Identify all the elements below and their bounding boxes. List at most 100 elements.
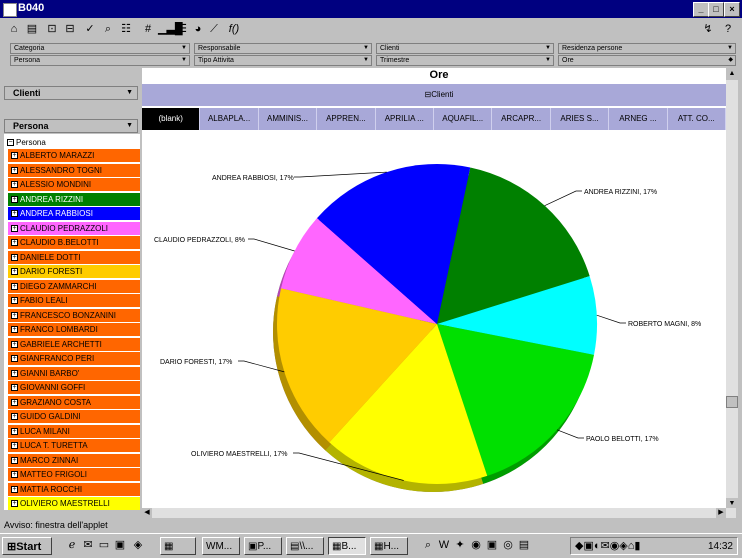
taskbar-task-network[interactable]: ▤\\... bbox=[286, 537, 324, 555]
persona-item[interactable]: + ALESSANDRO TOGNI bbox=[8, 163, 140, 177]
tab-client[interactable]: APPREN... bbox=[317, 108, 376, 130]
persona-item[interactable]: + DIEGO ZAMMARCHI bbox=[8, 279, 140, 293]
minimize-button[interactable]: _ bbox=[693, 2, 709, 17]
expand-icon[interactable]: + bbox=[11, 398, 18, 406]
expand-icon[interactable]: + bbox=[11, 210, 18, 217]
expand-icon[interactable]: + bbox=[11, 253, 18, 261]
filter-residenza[interactable]: Residenza persone ▼ bbox=[558, 43, 736, 54]
horizontal-scrollbar[interactable]: ◀ ▶ bbox=[142, 508, 736, 518]
persona-item[interactable]: + FRANCO LOMBARDI bbox=[8, 323, 140, 336]
expand-icon[interactable]: + bbox=[11, 181, 18, 188]
expand-icon[interactable]: + bbox=[11, 195, 18, 203]
expand-icon[interactable]: + bbox=[11, 355, 18, 362]
desktop-icon[interactable]: ▭ bbox=[96, 537, 112, 553]
filter-trimestre[interactable]: Trimestre ▼ bbox=[376, 55, 554, 66]
expand-icon[interactable]: + bbox=[11, 471, 18, 478]
persona-item[interactable]: + GIANNI BARBO' bbox=[8, 366, 140, 380]
formula-icon[interactable]: f() bbox=[226, 21, 242, 37]
filter-persona[interactable]: Persona ▼ bbox=[10, 55, 190, 66]
quicklaunch-icon-4[interactable]: ◉ bbox=[468, 537, 484, 553]
tab-client[interactable]: ALBAPLA... bbox=[200, 108, 259, 130]
vertical-scrollbar[interactable]: ▲ ▼ bbox=[726, 68, 738, 510]
tree-root[interactable]: − Persona bbox=[4, 136, 138, 149]
find-icon[interactable]: ⌕ bbox=[100, 21, 116, 37]
persona-item[interactable]: + MARCO ZINNAI bbox=[8, 453, 140, 467]
import-icon[interactable]: ⊟ bbox=[62, 21, 78, 37]
expand-icon[interactable]: + bbox=[11, 282, 18, 290]
filter-responsabile[interactable]: Responsabile ▼ bbox=[194, 43, 372, 54]
filter-tipo-attivita[interactable]: Tipo Attivita ▼ bbox=[194, 55, 372, 66]
persona-item[interactable]: + GABRIELE ARCHETTI bbox=[8, 337, 140, 351]
folder-icon[interactable]: ▣ bbox=[112, 537, 128, 553]
expand-icon[interactable]: + bbox=[11, 427, 18, 435]
expand-icon[interactable]: + bbox=[11, 485, 18, 493]
persona-item[interactable]: + CLAUDIO B.BELOTTI bbox=[8, 236, 140, 249]
persona-item[interactable]: + ANDREA RABBIOSI bbox=[8, 207, 140, 220]
persona-item[interactable]: + GRAZIANO COSTA bbox=[8, 395, 140, 409]
expand-icon[interactable]: + bbox=[11, 166, 18, 174]
dimension-band[interactable]: ⊟Clienti bbox=[142, 84, 736, 106]
scroll-thumb[interactable] bbox=[726, 396, 738, 408]
expand-icon[interactable]: + bbox=[11, 297, 18, 304]
filter-clienti[interactable]: Clienti ▼ bbox=[376, 43, 554, 54]
persona-item[interactable]: + ANDREA RIZZINI bbox=[8, 192, 140, 206]
maximize-button[interactable]: □ bbox=[708, 2, 724, 17]
persona-item[interactable]: + DANIELE DOTTI bbox=[8, 250, 140, 264]
quicklaunch-icon-7[interactable]: ▤ bbox=[516, 537, 532, 553]
quicklaunch-icon-6[interactable]: ◎ bbox=[500, 537, 516, 553]
help-icon[interactable]: ? bbox=[720, 21, 736, 37]
persona-item[interactable]: + DARIO FORESTI bbox=[8, 265, 140, 278]
expand-icon[interactable]: + bbox=[11, 500, 18, 507]
persona-item[interactable]: + LUCA T. TURETTA bbox=[8, 439, 140, 452]
expand-icon[interactable]: + bbox=[11, 413, 18, 420]
quicklaunch-icon-5[interactable]: ▣ bbox=[484, 537, 500, 553]
quicklaunch-icon-1[interactable]: ⌕ bbox=[420, 537, 436, 553]
expand-icon[interactable]: + bbox=[11, 152, 18, 159]
ie-icon[interactable]: ℯ bbox=[64, 537, 80, 553]
persona-item[interactable]: + FRANCESCO BONZANINI bbox=[8, 308, 140, 322]
close-button[interactable]: × bbox=[724, 2, 740, 17]
mail-icon[interactable]: ✉ bbox=[80, 537, 96, 553]
expand-icon[interactable]: + bbox=[11, 369, 18, 377]
exit-icon[interactable]: ↯ bbox=[700, 21, 716, 37]
tab-client[interactable]: (blank) bbox=[142, 108, 201, 130]
scroll-right-icon[interactable]: ▶ bbox=[716, 508, 726, 518]
expand-icon[interactable]: + bbox=[11, 311, 18, 319]
persona-item[interactable]: + ALESSIO MONDINI bbox=[8, 178, 140, 191]
taskbar-task-word[interactable]: WM... bbox=[202, 537, 240, 555]
line-chart-icon[interactable]: ⟋ bbox=[206, 21, 222, 37]
tab-client[interactable]: ATT. CO... bbox=[668, 108, 726, 130]
persona-item[interactable]: + GIOVANNI GOFFI bbox=[8, 381, 140, 394]
filter-categoria[interactable]: Categoria ▼ bbox=[10, 43, 190, 54]
home-icon[interactable]: ⌂ bbox=[6, 21, 22, 37]
persona-item[interactable]: + OLIVIERO MAESTRELLI bbox=[8, 497, 140, 510]
horizontal-bar-icon[interactable]: ☰ bbox=[174, 21, 190, 37]
scroll-left-icon[interactable]: ◀ bbox=[142, 508, 152, 518]
quicklaunch-icon-3[interactable]: ✦ bbox=[452, 537, 468, 553]
tab-client[interactable]: AMMINIS... bbox=[259, 108, 318, 130]
tab-client[interactable]: ARIES S... bbox=[551, 108, 610, 130]
persona-item[interactable]: + FABIO LEALI bbox=[8, 294, 140, 307]
clienti-dropdown[interactable]: Clienti ▼ bbox=[4, 86, 138, 100]
expand-icon[interactable]: + bbox=[11, 384, 18, 391]
persona-item[interactable]: + MATTIA ROCCHI bbox=[8, 482, 140, 496]
quicklaunch-icon-2[interactable]: W bbox=[436, 537, 452, 553]
tab-client[interactable]: ARCAPR... bbox=[492, 108, 551, 130]
taskbar-task-1[interactable]: ▦ bbox=[160, 537, 196, 555]
taskbar-task-b040[interactable]: ▦B... bbox=[328, 537, 366, 555]
persona-item[interactable]: + ALBERTO MARAZZI bbox=[8, 149, 140, 162]
tab-client[interactable]: APRILIA ... bbox=[376, 108, 434, 130]
taskbar-task-h[interactable]: ▦H... bbox=[370, 537, 408, 555]
app-launch-icon[interactable]: ◈ bbox=[130, 537, 146, 553]
persona-item[interactable]: + MATTEO FRIGOLI bbox=[8, 468, 140, 481]
expand-icon[interactable]: + bbox=[11, 340, 18, 348]
expand-icon[interactable]: + bbox=[11, 224, 18, 232]
tree-icon[interactable]: ☷ bbox=[118, 21, 134, 37]
taskbar-task-folder[interactable]: ▣P... bbox=[244, 537, 282, 555]
persona-item[interactable]: + GUIDO GALDINI bbox=[8, 410, 140, 423]
expand-icon[interactable]: + bbox=[11, 239, 18, 246]
bar-chart-icon[interactable]: ▁▃█ bbox=[158, 21, 183, 37]
start-button[interactable]: ⊞Start bbox=[2, 537, 52, 555]
expand-icon[interactable]: + bbox=[11, 456, 18, 464]
expand-icon[interactable]: + bbox=[11, 268, 18, 275]
